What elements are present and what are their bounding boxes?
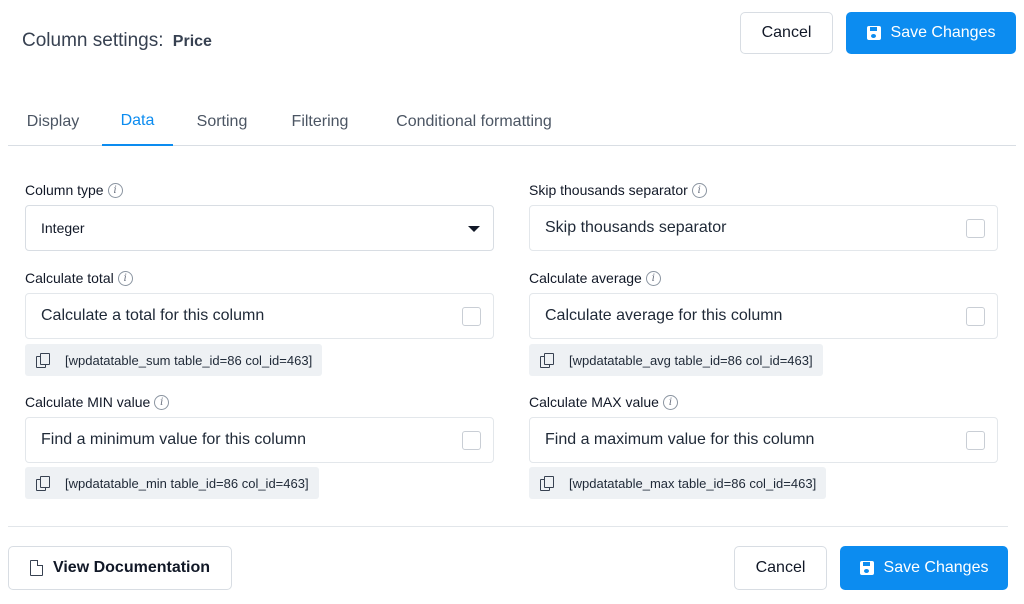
calculate-min-label: Calculate MIN value i bbox=[25, 394, 170, 410]
info-icon[interactable]: i bbox=[154, 394, 170, 410]
max-shortcode: [wpdatatable_max table_id=86 col_id=463] bbox=[529, 467, 827, 499]
checkbox-label: Calculate a total for this column bbox=[41, 307, 265, 324]
label-text: Skip thousands separator bbox=[529, 182, 688, 198]
avg-shortcode: [wpdatatable_avg table_id=86 col_id=463] bbox=[529, 344, 823, 376]
save-changes-button-top[interactable]: Save Changes bbox=[846, 12, 1016, 54]
cancel-button-bottom[interactable]: Cancel bbox=[734, 546, 827, 590]
tab-conditional-formatting[interactable]: Conditional formatting bbox=[378, 98, 570, 146]
checkbox-label: Skip thousands separator bbox=[545, 219, 727, 236]
calculate-max-checkbox[interactable] bbox=[966, 431, 985, 450]
info-icon[interactable]: i bbox=[117, 270, 133, 286]
checkbox-label: Find a minimum value for this column bbox=[41, 431, 306, 448]
tab-label: Filtering bbox=[291, 113, 349, 130]
calculate-max-label: Calculate MAX value i bbox=[529, 394, 678, 410]
copy-icon[interactable] bbox=[36, 475, 50, 491]
calculate-min-field[interactable]: Find a minimum value for this column bbox=[25, 417, 494, 463]
view-documentation-label: View Documentation bbox=[52, 559, 211, 576]
calculate-total-field[interactable]: Calculate a total for this column bbox=[25, 293, 494, 339]
page-title-prefix: Column settings: bbox=[22, 30, 164, 51]
info-icon[interactable]: i bbox=[691, 182, 707, 198]
save-label: Save Changes bbox=[883, 559, 989, 576]
caret-down-icon bbox=[468, 226, 480, 232]
document-icon bbox=[29, 559, 44, 576]
info-icon[interactable]: i bbox=[107, 182, 123, 198]
label-text: Calculate average bbox=[529, 270, 642, 286]
view-documentation-button[interactable]: View Documentation bbox=[8, 546, 232, 590]
tab-label: Conditional formatting bbox=[396, 113, 552, 130]
calculate-average-field[interactable]: Calculate average for this column bbox=[529, 293, 998, 339]
save-icon bbox=[866, 26, 881, 40]
label-text: Calculate total bbox=[25, 270, 114, 286]
copy-icon[interactable] bbox=[540, 475, 554, 491]
skip-thousands-checkbox[interactable] bbox=[966, 219, 985, 238]
skip-thousands-field[interactable]: Skip thousands separator bbox=[529, 205, 998, 251]
label-text: Column type bbox=[25, 182, 104, 198]
cancel-label: Cancel bbox=[755, 559, 806, 576]
column-type-value: Integer bbox=[41, 220, 85, 236]
tab-filtering[interactable]: Filtering bbox=[276, 98, 364, 146]
tab-label: Sorting bbox=[196, 113, 248, 130]
shortcode-text: [wpdatatable_avg table_id=86 col_id=463] bbox=[569, 352, 813, 368]
cancel-label: Cancel bbox=[761, 24, 812, 41]
column-name: Price bbox=[172, 33, 212, 50]
column-type-label: Column type i bbox=[25, 182, 123, 198]
checkbox-label: Calculate average for this column bbox=[545, 307, 783, 324]
shortcode-text: [wpdatatable_sum table_id=86 col_id=463] bbox=[65, 352, 313, 368]
calculate-average-checkbox[interactable] bbox=[966, 307, 985, 326]
copy-icon[interactable] bbox=[36, 352, 50, 368]
save-label: Save Changes bbox=[890, 24, 996, 41]
tab-label: Display bbox=[26, 113, 80, 130]
shortcode-text: [wpdatatable_min table_id=86 col_id=463] bbox=[65, 475, 309, 491]
tab-sorting[interactable]: Sorting bbox=[182, 98, 262, 146]
tab-bar: Display Data Sorting Filtering Condition… bbox=[8, 98, 1016, 146]
copy-icon[interactable] bbox=[540, 352, 554, 368]
calculate-average-label: Calculate average i bbox=[529, 270, 661, 286]
label-text: Calculate MAX value bbox=[529, 394, 659, 410]
column-type-select[interactable]: Integer bbox=[25, 205, 494, 251]
calculate-total-label: Calculate total i bbox=[25, 270, 133, 286]
save-changes-button-bottom[interactable]: Save Changes bbox=[840, 546, 1008, 590]
checkbox-label: Find a maximum value for this column bbox=[545, 431, 815, 448]
cancel-button-top[interactable]: Cancel bbox=[740, 12, 833, 54]
calculate-min-checkbox[interactable] bbox=[462, 431, 481, 450]
tab-data[interactable]: Data bbox=[102, 98, 173, 146]
page-title: Column settings: Price bbox=[22, 30, 212, 52]
tab-display[interactable]: Display bbox=[8, 98, 98, 146]
tab-label: Data bbox=[120, 112, 155, 129]
label-text: Calculate MIN value bbox=[25, 394, 151, 410]
info-icon[interactable]: i bbox=[662, 394, 678, 410]
shortcode-text: [wpdatatable_max table_id=86 col_id=463] bbox=[569, 475, 817, 491]
min-shortcode: [wpdatatable_min table_id=86 col_id=463] bbox=[25, 467, 319, 499]
info-icon[interactable]: i bbox=[645, 270, 661, 286]
save-icon bbox=[859, 561, 874, 575]
sum-shortcode: [wpdatatable_sum table_id=86 col_id=463] bbox=[25, 344, 323, 376]
skip-thousands-label: Skip thousands separator i bbox=[529, 182, 707, 198]
footer-divider bbox=[8, 526, 1008, 527]
calculate-total-checkbox[interactable] bbox=[462, 307, 481, 326]
calculate-max-field[interactable]: Find a maximum value for this column bbox=[529, 417, 998, 463]
